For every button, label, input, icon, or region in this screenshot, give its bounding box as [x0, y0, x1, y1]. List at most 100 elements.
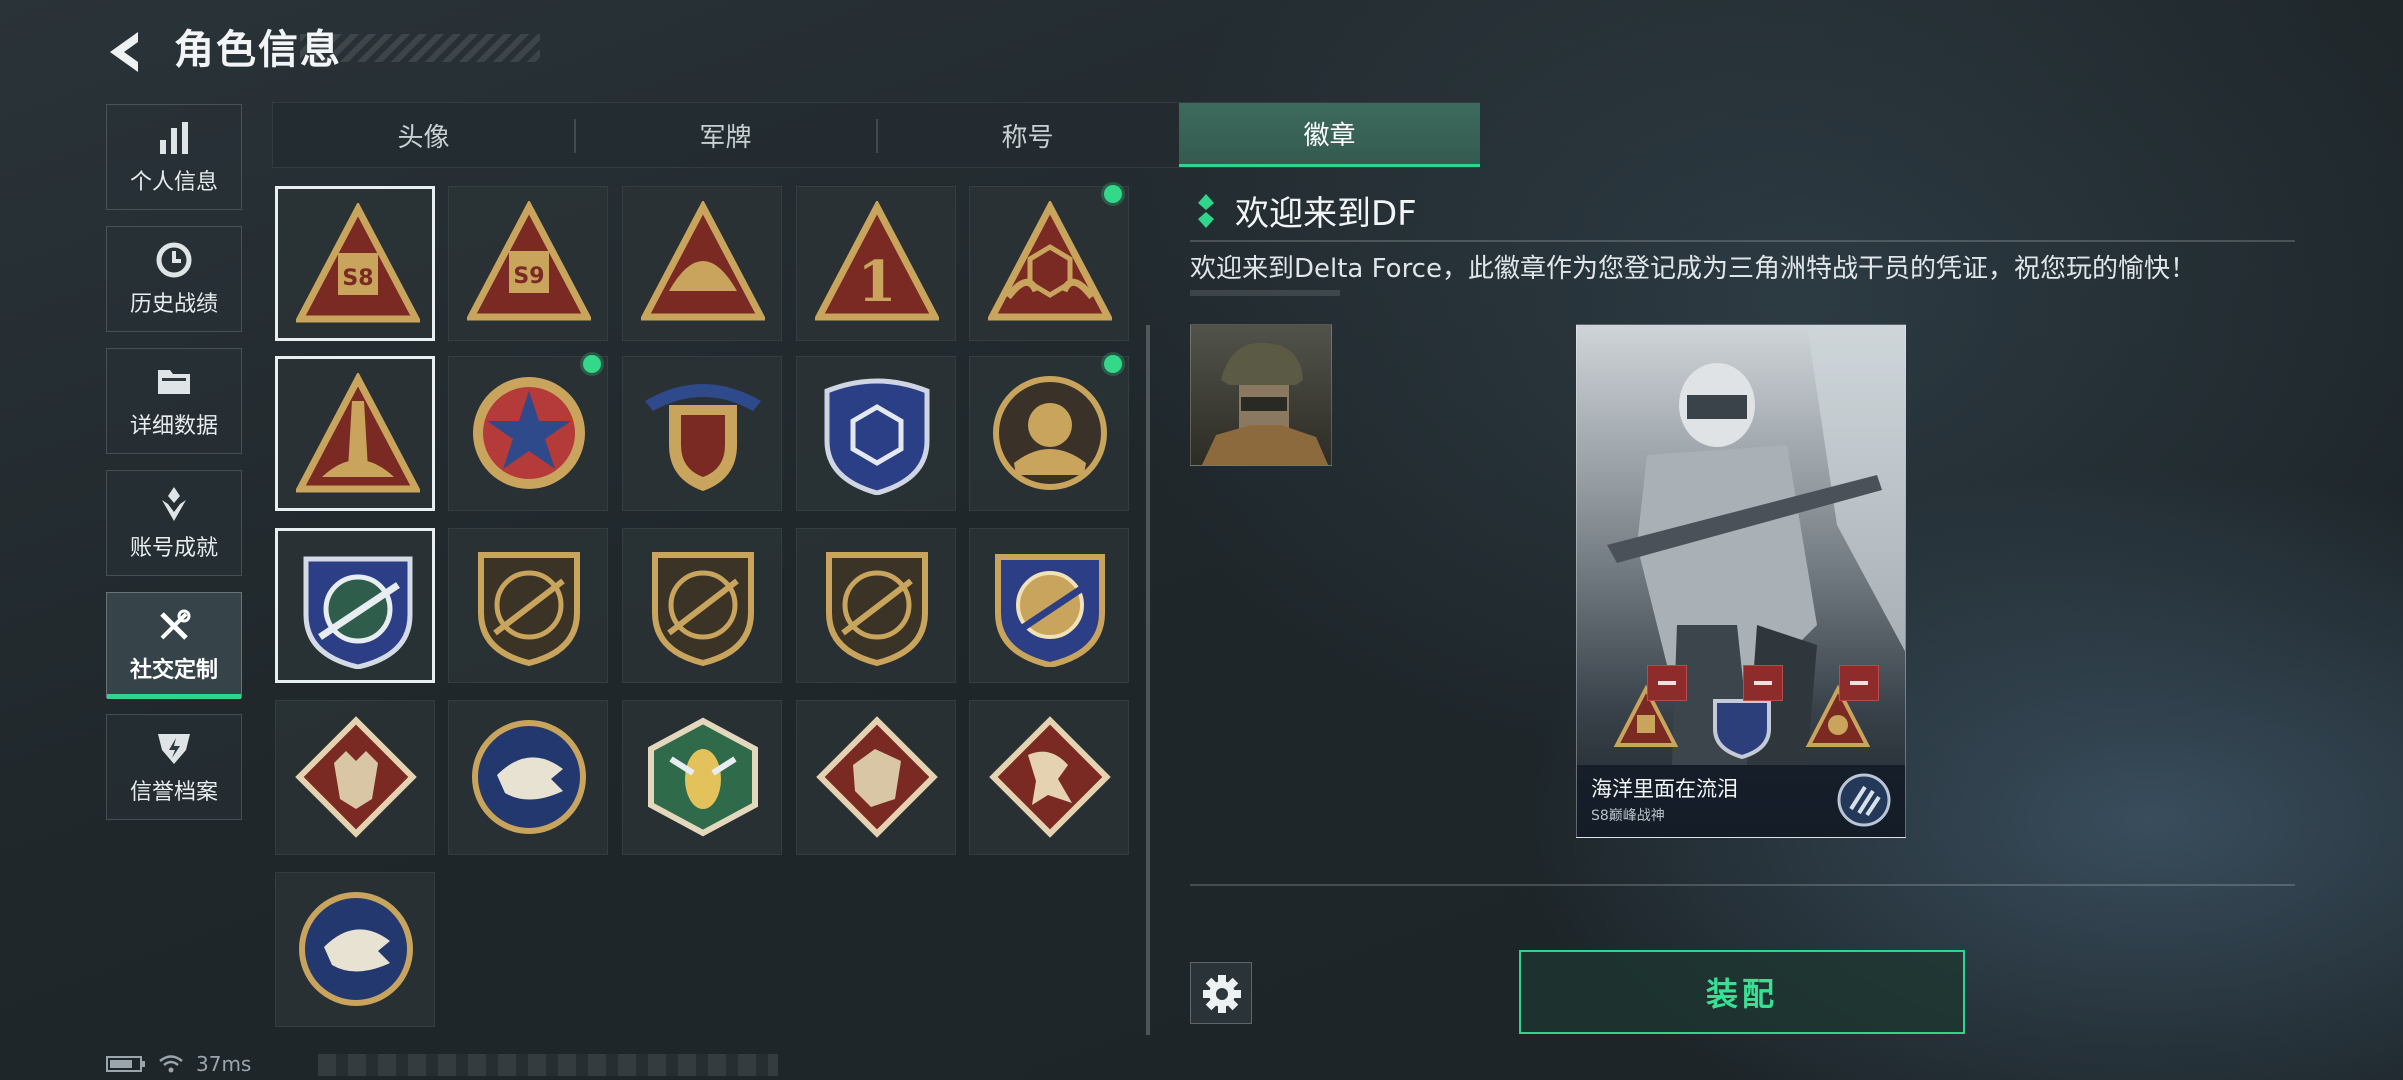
eagle-circle-badge-icon: [648, 717, 758, 837]
status-bar: 37ms: [106, 1052, 251, 1076]
nav-item-history[interactable]: 历史战绩: [106, 226, 242, 332]
runner-diamond-badge-icon: [299, 892, 413, 1006]
divider: [1190, 884, 2295, 886]
nav-item-details[interactable]: 详细数据: [106, 348, 242, 454]
remove-badge-button-3[interactable]: [1839, 665, 1879, 701]
remove-badge-button-1[interactable]: [1647, 665, 1687, 701]
nav-label: 信誉档案: [129, 780, 218, 805]
badge-cell[interactable]: [969, 185, 1129, 341]
badge-cell[interactable]: [796, 700, 956, 855]
armor-circle-badge-icon: [303, 556, 413, 669]
badge-cell[interactable]: 1: [796, 186, 956, 341]
achievement-icon: [162, 487, 186, 521]
winged-shield-badge-icon: [824, 378, 930, 495]
divider: [1190, 240, 2295, 242]
ping-value: 37ms: [196, 1052, 252, 1076]
dragon-diamond-badge-icon: [989, 716, 1111, 838]
badge-cell[interactable]: S9: [448, 186, 608, 341]
diamond-marker-icon: [1198, 194, 1214, 228]
wasp-hexagon-badge-icon: [816, 716, 938, 838]
badge-detail-title: 欢迎来到DF: [1235, 194, 1417, 234]
badge-cell[interactable]: [448, 700, 608, 855]
player-card-footer: 海洋里面在流泪 S8巅峰战神: [1577, 765, 1905, 837]
hexagon-hands-triangle-badge-icon: [988, 201, 1112, 321]
player-rank: S8巅峰战神: [1591, 808, 1665, 824]
equipped-badge-2: [1713, 699, 1771, 759]
nav-item-social-custom[interactable]: 社交定制: [106, 592, 242, 699]
badge-cell[interactable]: [275, 872, 435, 1027]
nav-label: 详细数据: [129, 414, 218, 439]
nav-item-personal-info[interactable]: 个人信息: [106, 104, 242, 210]
badge-detail-description: 欢迎来到Delta Force，此徽章作为您登记成为三角洲特战干员的凭证，祝您玩…: [1190, 254, 2196, 284]
nav-label: 账号成就: [129, 536, 218, 561]
badge-cell[interactable]: [969, 528, 1129, 683]
bird-triangle-badge-icon: [641, 201, 765, 321]
badge-cell[interactable]: [796, 356, 956, 511]
rifle-shield-badge-3-icon: [995, 554, 1105, 667]
remove-badge-button-2[interactable]: [1743, 665, 1783, 701]
s9-triangle-badge-icon: S9: [467, 201, 591, 321]
badge-cell[interactable]: [622, 356, 782, 511]
bar-chart-icon: [160, 122, 188, 154]
equip-button-label: 装配: [1705, 975, 1778, 1013]
description-underline: [1190, 290, 1340, 296]
nav-label: 个人信息: [129, 170, 218, 195]
back-arrow-icon[interactable]: [100, 26, 152, 78]
badge-cell[interactable]: [275, 356, 435, 511]
svg-text:S8: S8: [342, 266, 373, 291]
badge-cell[interactable]: [448, 528, 608, 683]
blurred-notice: [318, 1054, 778, 1076]
rocket-triangle-badge-icon: [473, 377, 585, 489]
tab-avatar[interactable]: 头像: [273, 103, 574, 167]
equip-button[interactable]: 装配: [1519, 950, 1965, 1034]
credit-shield-icon: [158, 734, 190, 764]
nav-label: 历史战绩: [129, 292, 218, 317]
tab-badge[interactable]: 徽章: [1179, 103, 1480, 167]
nav-item-achievements[interactable]: 账号成就: [106, 470, 242, 576]
badge-cell[interactable]: [796, 528, 956, 683]
operator-avatar[interactable]: [1190, 324, 1332, 466]
svg-text:1: 1: [858, 249, 897, 315]
badge-cell[interactable]: [969, 700, 1129, 855]
folder-icon: [158, 370, 190, 394]
svg-text:S9: S9: [513, 264, 544, 289]
badge-cell[interactable]: [448, 355, 608, 511]
wrench-tools-icon: [160, 609, 191, 640]
badge-grid-scrollbar[interactable]: [1146, 325, 1150, 1035]
badge-cell[interactable]: [275, 528, 435, 683]
badge-cell[interactable]: [622, 700, 782, 855]
operator-portrait-icon: [1201, 342, 1329, 465]
new-indicator-dot: [583, 355, 601, 373]
badge-cell[interactable]: [622, 528, 782, 683]
badge-cell[interactable]: [622, 186, 782, 341]
tab-title[interactable]: 称号: [877, 103, 1178, 167]
title-decoration: [300, 34, 540, 62]
settings-button[interactable]: [1190, 962, 1252, 1024]
rifle-shield-badge-1-icon: [652, 552, 754, 667]
badge-cell[interactable]: [275, 700, 435, 855]
player-card[interactable]: 海洋里面在流泪 S8巅峰战神: [1576, 324, 1906, 838]
star-medallion-badge-icon: [645, 384, 761, 491]
badge-cell[interactable]: [969, 355, 1129, 511]
battery-icon: [106, 1056, 145, 1072]
blue-hexagon-shield-badge-icon: [993, 376, 1107, 490]
player-name: 海洋里面在流泪: [1591, 777, 1738, 801]
nav-item-credit[interactable]: 信誉档案: [106, 714, 242, 820]
number-one-triangle-badge-icon: 1: [815, 201, 939, 321]
tab-bar: 头像 军牌 称号 徽章: [272, 102, 1480, 168]
crosshair-rifle-blue-badge-icon: [478, 552, 580, 667]
tab-dog-tag[interactable]: 军牌: [575, 103, 876, 167]
s8-triangle-badge-icon: S8: [296, 203, 420, 323]
history-clock-icon: [156, 242, 192, 278]
rifle-shield-badge-2-icon: [826, 552, 928, 667]
soldiers-triangle-badge-icon: [296, 373, 420, 493]
badge-cell[interactable]: S8: [275, 186, 435, 341]
wifi-icon: [159, 1055, 183, 1073]
new-indicator-dot: [1104, 355, 1122, 373]
new-indicator-dot: [1104, 185, 1122, 203]
gear-icon: [1203, 975, 1241, 1013]
wolf-diamond-badge-icon: [472, 720, 586, 834]
rank-emblem-icon: [1837, 773, 1891, 827]
crosshair-rifle-gold-badge-icon: [295, 716, 417, 838]
nav-label: 社交定制: [129, 658, 218, 683]
